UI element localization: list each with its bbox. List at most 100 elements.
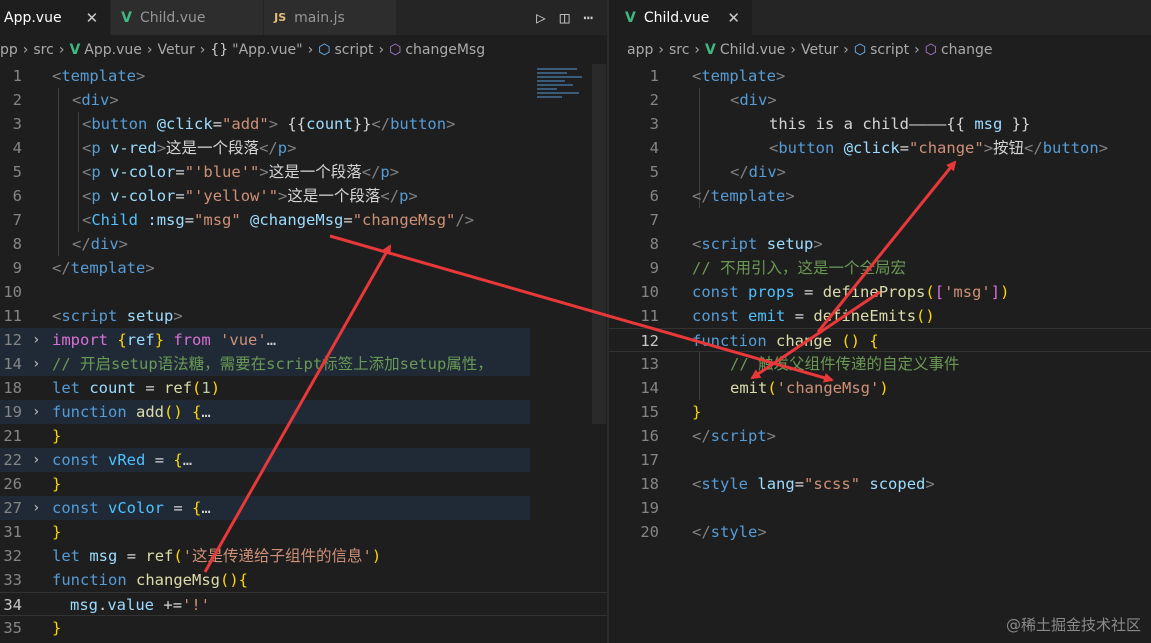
chevron-right-icon[interactable]: › [32,352,40,376]
code-line[interactable]: 26} [0,472,607,496]
code-line[interactable]: 22 › const vRed = {… [0,448,530,472]
tab-child-vue[interactable]: V Child.vue ✕ [609,0,753,35]
tab-app-vue[interactable]: App.vue ✕ [0,0,112,35]
method-icon: ⬡ [389,42,402,58]
code-line[interactable]: 2 <div> [609,88,1151,112]
close-icon[interactable]: ✕ [86,9,99,27]
js-icon: JS [274,11,287,24]
right-tab-bar: V Child.vue ✕ [609,0,1151,35]
cube-icon: ⬡ [318,42,331,58]
code-line-current[interactable]: 12 function change () { [609,328,1151,352]
code-line[interactable]: 14 emit('changeMsg') [609,376,1151,400]
chevron-right-icon: › [199,42,206,58]
chevron-right-icon: › [307,42,314,58]
breadcrumb-item[interactable]: change [941,42,993,58]
tab-label: App.vue [4,9,62,26]
chevron-right-icon: › [58,42,65,58]
code-line[interactable]: 15} [609,400,1151,424]
code-line[interactable]: 11 const emit = defineEmits() [609,304,1151,328]
breadcrumb-item[interactable]: src [33,42,53,58]
code-line[interactable]: 11 <script setup> [0,304,607,328]
chevron-right-icon[interactable]: › [32,448,40,472]
breadcrumb-item[interactable]: Vetur [157,42,194,58]
breadcrumb-item[interactable]: script [334,42,373,58]
breadcrumb-item[interactable]: app [627,42,653,58]
code-line[interactable]: 21} [0,424,607,448]
code-line[interactable]: 5 </div> [609,160,1151,184]
right-editor-pane: V Child.vue ✕ app › src › V Child.vue › … [609,0,1151,643]
tab-main-js[interactable]: JS main.js [264,0,398,35]
breadcrumb: pp › src › V App.vue › Vetur › {} "App.v… [0,38,607,62]
code-line[interactable]: 27 › const vColor = {… [0,496,530,520]
breadcrumb-item[interactable]: src [669,42,689,58]
chevron-right-icon: › [914,42,920,58]
code-line[interactable]: 35} [0,616,607,640]
code-line[interactable]: 1 <template> [609,64,1151,88]
code-line[interactable]: 18 <style lang="scss" scoped> [609,472,1151,496]
code-line[interactable]: 6 <p v-color="'yellow'">这是一个段落</p> [0,184,607,208]
code-line[interactable]: 5 <p v-color="'blue'">这是一个段落</p> [0,160,607,184]
code-line[interactable]: 8 </div> [0,232,607,256]
code-line[interactable]: 33 function changeMsg(){ [0,568,607,592]
breadcrumb-item[interactable]: script [870,42,909,58]
chevron-right-icon: › [146,42,153,58]
code-line[interactable]: 16 </script> [609,424,1151,448]
code-line[interactable]: 4 <p v-red>这是一个段落</p> [0,136,607,160]
breadcrumb-item[interactable]: App.vue [84,42,142,58]
tab-label: Child.vue [140,9,206,26]
chevron-right-icon[interactable]: › [32,400,40,424]
code-line[interactable]: 31} [0,520,607,544]
code-line[interactable]: 6 </template> [609,184,1151,208]
code-line[interactable]: 3 <button @click="add"> {{count}}</button… [0,112,607,136]
code-line[interactable]: 2 <div> [0,88,607,112]
code-line[interactable]: 10 const props = defineProps(['msg']) [609,280,1151,304]
vue-icon: V [69,42,81,58]
close-icon[interactable]: ✕ [727,9,740,27]
breadcrumb-item[interactable]: "App.vue" [232,42,302,58]
method-icon: ⬡ [924,42,937,58]
code-line[interactable]: 32 let msg = ref('这是传递给子组件的信息') [0,544,607,568]
vertical-scrollbar[interactable] [592,64,606,424]
tab-label: main.js [294,9,345,26]
code-line[interactable]: 18 let count = ref(1) [0,376,607,400]
breadcrumb-item[interactable]: Vetur [801,42,838,58]
code-line[interactable]: 12 › import {ref} from 'vue'… [0,328,530,352]
chevron-right-icon: › [22,42,29,58]
code-line[interactable]: 20 </style> [609,520,1151,544]
breadcrumb-item[interactable]: Child.vue [720,42,786,58]
code-line[interactable]: 19 [609,496,1151,520]
chevron-right-icon: › [694,42,701,58]
code-line[interactable]: 7 <Child :msg="msg" @changeMsg="changeMsg… [0,208,607,232]
minimap[interactable] [537,66,587,116]
chevron-right-icon: › [790,42,797,58]
code-line[interactable]: 10 [0,280,607,304]
code-line[interactable]: 7 [609,208,1151,232]
code-line-current[interactable]: 34 msg.value +='!' [0,592,607,616]
code-line[interactable]: 13// 触发父组件传递的自定义事件 [609,352,1151,376]
chevron-right-icon[interactable]: › [32,328,40,352]
breadcrumb-item[interactable]: changeMsg [405,42,485,58]
code-line[interactable]: 17 [609,448,1151,472]
code-line[interactable]: 19 › function add() {… [0,400,530,424]
code-line[interactable]: 4 <button @click="change">按钮</button> [609,136,1151,160]
watermark: @稀土掘金技术社区 [1005,616,1141,634]
breadcrumb: app › src › V Child.vue › Vetur › ⬡ scri… [627,38,1151,62]
code-line[interactable]: 3 this is a child————{{ msg }} [609,112,1151,136]
vue-icon: V [625,9,636,26]
chevron-right-icon[interactable]: › [32,496,40,520]
run-icon[interactable]: ▷ [536,8,546,27]
tab-child-vue[interactable]: V Child.vue [111,0,265,35]
breadcrumb-item[interactable]: pp [0,42,18,58]
left-editor-pane: App.vue ✕ V Child.vue JS main.js ▷ ◫ ⋯ p… [0,0,607,643]
code-line[interactable]: 9 </template> [0,256,607,280]
split-editor-icon[interactable]: ◫ [560,8,570,27]
chevron-right-icon: › [843,42,849,58]
code-line[interactable]: 9// 不用引入，这是一个全局宏 [609,256,1151,280]
code-line[interactable]: 14 ›// 开启setup语法糖，需要在script标签上添加setup属性， [0,352,530,376]
code-line[interactable]: 8 <script setup> [609,232,1151,256]
more-actions-icon[interactable]: ⋯ [583,8,593,27]
chevron-right-icon: › [378,42,385,58]
code-line[interactable]: 1 <template> [0,64,607,88]
braces-icon: {} [210,42,229,58]
tab-label: Child.vue [643,9,710,26]
